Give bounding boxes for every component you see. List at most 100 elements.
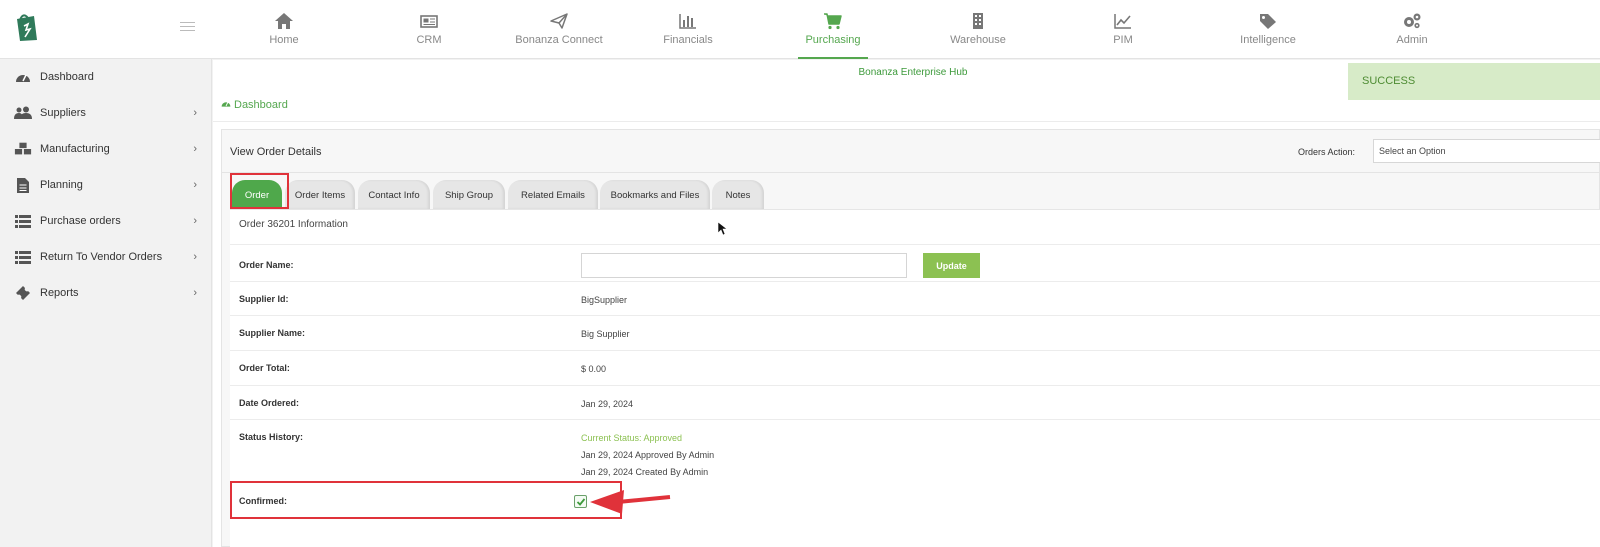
nav-bonanza-connect[interactable]: Bonanza Connect — [499, 0, 619, 59]
nav-label: Purchasing — [805, 34, 861, 46]
dashboard-icon — [221, 99, 231, 111]
update-button[interactable]: Update — [923, 253, 980, 278]
bar-chart-icon — [678, 12, 698, 30]
nav-crm[interactable]: CRM — [369, 0, 489, 59]
home-icon — [274, 12, 294, 30]
sidebar-item-label: Reports — [40, 287, 79, 299]
sidebar-item-label: Return To Vendor Orders — [40, 251, 163, 263]
sidebar-item-planning[interactable]: Planning › — [0, 167, 211, 203]
nav-warehouse[interactable]: Warehouse — [918, 0, 1038, 59]
nav-intelligence[interactable]: Intelligence — [1208, 0, 1328, 59]
breadcrumb-dashboard-link[interactable]: Dashboard — [234, 99, 288, 111]
panel-title: View Order Details — [230, 146, 322, 158]
sidebar-item-label: Manufacturing — [40, 143, 110, 155]
dashboard-icon — [14, 69, 32, 85]
confirmed-row: Confirmed: — [230, 483, 1600, 523]
sidebar-item-label: Dashboard — [40, 71, 94, 83]
breadcrumb[interactable]: Dashboard — [221, 99, 288, 111]
tab-bookmarks-and-files[interactable]: Bookmarks and Files — [600, 180, 710, 209]
cubes-icon — [14, 141, 32, 157]
nav-label: Warehouse — [950, 34, 1006, 46]
status-history-entry: Jan 29, 2024 Created By Admin — [581, 467, 709, 477]
tab-notes[interactable]: Notes — [712, 180, 764, 209]
supplier-name-row: Supplier Name: Big Supplier — [230, 315, 1600, 350]
nav-financials[interactable]: Financials — [628, 0, 748, 59]
status-history-row: Status History: Current Status: Approved… — [230, 419, 1600, 483]
chevron-right-icon: › — [193, 287, 197, 299]
ticket-icon — [14, 285, 32, 301]
sidebar-item-reports[interactable]: Reports › — [0, 275, 211, 311]
file-icon — [14, 177, 32, 193]
supplier-name-value: Big Supplier — [581, 329, 630, 339]
section-title: Order 36201 Information — [239, 219, 348, 230]
sidebar-item-return-to-vendor-orders[interactable]: Return To Vendor Orders › — [0, 239, 211, 275]
sidebar-item-label: Planning — [40, 179, 83, 191]
tags-icon — [1258, 12, 1278, 30]
bonanza-logo-icon[interactable] — [14, 10, 40, 42]
date-ordered-value: Jan 29, 2024 — [581, 399, 634, 409]
gears-icon — [1402, 12, 1422, 30]
tab-order-items[interactable]: Order Items — [285, 180, 355, 209]
orders-action-select[interactable]: Select an Option — [1373, 139, 1600, 163]
sidebar-item-manufacturing[interactable]: Manufacturing › — [0, 131, 211, 167]
newspaper-icon — [419, 12, 439, 30]
tab-bar: Order Order Items Contact Info Ship Grou… — [222, 180, 1599, 210]
line-chart-icon — [1113, 12, 1133, 30]
supplier-id-value: BigSupplier — [581, 295, 628, 305]
main-content: Bonanza Enterprise Hub SUCCESS Dashboard… — [213, 60, 1600, 547]
status-history-label: Status History: — [239, 432, 304, 442]
date-ordered-row: Date Ordered: Jan 29, 2024 — [230, 385, 1600, 419]
nav-label: PIM — [1113, 34, 1133, 46]
tab-order[interactable]: Order — [232, 180, 282, 209]
top-navbar: Home CRM Bonanza Connect Financials Purc… — [0, 0, 1600, 59]
status-history-entry: Jan 29, 2024 Approved By Admin — [581, 450, 715, 460]
nav-label: CRM — [416, 34, 442, 46]
shopping-cart-icon — [823, 12, 843, 30]
users-icon — [14, 105, 32, 121]
nav-label: Bonanza Connect — [515, 34, 603, 46]
chevron-right-icon: › — [193, 251, 197, 263]
nav-label: Financials — [663, 34, 713, 46]
sidebar-item-label: Purchase orders — [40, 215, 121, 227]
nav-label: Home — [269, 34, 299, 46]
divider — [213, 121, 1600, 122]
nav-label: Admin — [1396, 34, 1428, 46]
hamburger-menu-icon[interactable] — [180, 22, 195, 34]
nav-admin[interactable]: Admin — [1352, 0, 1472, 59]
orders-action-label: Orders Action: — [1298, 147, 1356, 157]
nav-pim[interactable]: PIM — [1063, 0, 1183, 59]
chevron-right-icon: › — [193, 179, 197, 191]
supplier-name-label: Supplier Name: — [239, 328, 306, 338]
order-total-row: Order Total: $ 0.00 — [230, 350, 1600, 385]
list-icon — [14, 249, 32, 265]
tab-contact-info[interactable]: Contact Info — [358, 180, 430, 209]
sidebar-item-purchase-orders[interactable]: Purchase orders › — [0, 203, 211, 239]
tab-related-emails[interactable]: Related Emails — [508, 180, 598, 209]
supplier-id-row: Supplier Id: BigSupplier — [230, 281, 1600, 315]
nav-label: Intelligence — [1240, 34, 1296, 46]
chevron-right-icon: › — [193, 215, 197, 227]
list-icon — [14, 213, 32, 229]
order-details-panel: View Order Details Orders Action: Select… — [221, 129, 1600, 547]
nav-home[interactable]: Home — [224, 0, 344, 59]
chevron-right-icon: › — [193, 143, 197, 155]
nav-purchasing[interactable]: Purchasing — [773, 0, 893, 59]
supplier-id-label: Supplier Id: — [239, 294, 289, 304]
current-status: Current Status: Approved — [581, 433, 683, 443]
paper-plane-icon — [549, 12, 569, 30]
order-total-label: Order Total: — [239, 363, 290, 373]
sidebar-item-dashboard[interactable]: Dashboard — [0, 59, 211, 95]
sidebar-item-label: Suppliers — [40, 107, 86, 119]
sidebar: Dashboard Suppliers › Manufacturing › Pl… — [0, 59, 212, 547]
order-total-value: $ 0.00 — [581, 364, 607, 374]
confirmed-label: Confirmed: — [239, 496, 287, 506]
order-info-card: Order 36201 Information Order Name: Upda… — [230, 209, 1600, 547]
date-ordered-label: Date Ordered: — [239, 398, 300, 408]
order-name-input[interactable] — [581, 253, 907, 278]
building-icon — [968, 12, 988, 30]
tab-ship-group[interactable]: Ship Group — [433, 180, 505, 209]
chevron-right-icon: › — [193, 107, 197, 119]
success-alert: SUCCESS — [1348, 63, 1600, 100]
confirmed-checkbox[interactable] — [574, 495, 587, 508]
sidebar-item-suppliers[interactable]: Suppliers › — [0, 95, 211, 131]
